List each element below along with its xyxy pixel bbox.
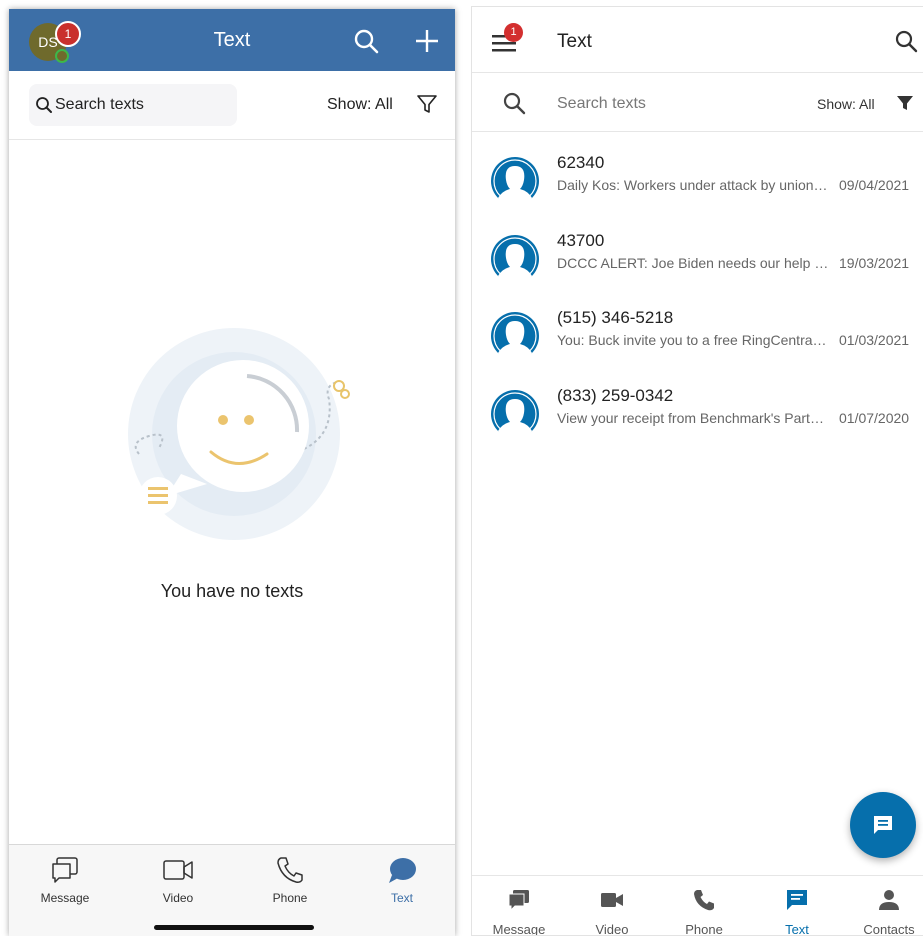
- contact-name: (833) 259-0342: [557, 386, 674, 405]
- search-icon[interactable]: [353, 28, 379, 54]
- conversation-row[interactable]: 43700 DCCC ALERT: Joe Biden needs our he…: [472, 222, 923, 300]
- notification-badge: 1: [504, 23, 523, 42]
- phone-icon: [277, 857, 303, 883]
- tab-message[interactable]: Message: [474, 888, 564, 936]
- video-icon: [601, 893, 623, 907]
- tab-video[interactable]: Video: [133, 855, 223, 905]
- empty-state-message: You have no texts: [160, 581, 304, 601]
- tab-contacts[interactable]: Contacts: [844, 888, 923, 936]
- avatar: [491, 312, 539, 361]
- tab-label: Phone: [685, 922, 723, 936]
- ios-text-screen: DS 1 Text Search texts Show: All You hav…: [9, 9, 455, 936]
- tab-text[interactable]: Text: [357, 855, 447, 905]
- tab-label: Contacts: [863, 922, 915, 936]
- tab-label: Message: [40, 891, 90, 905]
- tab-message[interactable]: Message: [20, 855, 110, 905]
- app-bar: 1 Text: [472, 7, 923, 73]
- divider: [9, 139, 455, 140]
- text-icon: [787, 890, 807, 910]
- text-icon: [389, 858, 416, 883]
- contact-name: 43700: [557, 231, 605, 250]
- show-filter-label[interactable]: Show: All: [817, 96, 875, 112]
- avatar: [491, 235, 539, 284]
- search-icon: [36, 97, 52, 113]
- bottom-navigation: Message Video Phone Text Contacts: [472, 875, 923, 936]
- tab-label: Message: [492, 922, 546, 936]
- message-icon: [52, 857, 78, 883]
- compose-message-icon: [874, 816, 892, 834]
- tab-label: Text: [390, 891, 413, 905]
- search-input[interactable]: Search texts: [29, 84, 237, 126]
- tab-phone[interactable]: Phone: [659, 888, 749, 936]
- empty-chat-illustration: [128, 328, 350, 540]
- page-title: Text: [557, 31, 592, 52]
- tab-video[interactable]: Video: [567, 888, 657, 936]
- tab-label: Phone: [272, 891, 308, 905]
- contacts-icon: [879, 890, 899, 910]
- message-date: 01/03/2021: [839, 332, 910, 348]
- filter-icon[interactable]: [416, 93, 438, 115]
- conversation-row[interactable]: (515) 346-5218 You: Buck invite you to a…: [472, 299, 923, 377]
- conversation-row[interactable]: 62340 Daily Kos: Workers under attack by…: [472, 144, 923, 222]
- tab-label: Video: [162, 891, 194, 905]
- message-preview: DCCC ALERT: Joe Biden needs our help tod…: [557, 255, 829, 271]
- home-indicator: [154, 925, 314, 930]
- search-icon: [503, 92, 526, 115]
- search-placeholder: Search texts: [55, 96, 144, 113]
- message-date: 19/03/2021: [839, 255, 910, 271]
- tab-bar: Message Video Phone Text: [9, 844, 455, 936]
- message-icon: [508, 890, 529, 912]
- video-icon: [163, 860, 193, 880]
- tab-text[interactable]: Text: [752, 888, 842, 936]
- avatar: [491, 390, 539, 439]
- tab-label: Text: [785, 922, 809, 936]
- android-text-screen: 1 Text Search texts Show: All 62340 Dail…: [471, 6, 923, 936]
- plus-icon[interactable]: [414, 28, 440, 54]
- compose-text-button[interactable]: [850, 792, 916, 858]
- conversation-row[interactable]: (833) 259-0342 View your receipt from Be…: [472, 377, 923, 455]
- search-icon[interactable]: [894, 29, 918, 53]
- contact-name: 62340: [557, 153, 605, 172]
- message-date: 09/04/2021: [839, 177, 910, 193]
- page-title: Text: [213, 29, 251, 51]
- contact-name: (515) 346-5218: [557, 308, 674, 327]
- header-bar: DS 1 Text: [9, 9, 455, 71]
- message-date: 01/07/2020: [839, 410, 910, 426]
- message-preview: View your receipt from Benchmark's Parts…: [557, 410, 829, 426]
- tab-phone[interactable]: Phone: [245, 855, 335, 905]
- filter-icon[interactable]: [896, 94, 914, 112]
- tab-label: Video: [595, 922, 629, 936]
- avatar: [491, 157, 539, 206]
- show-filter-label[interactable]: Show: All: [327, 96, 393, 114]
- message-preview: Daily Kos: Workers under attack by union…: [557, 177, 829, 193]
- search-input[interactable]: Search texts: [557, 95, 646, 113]
- message-preview: You: Buck invite you to a free RingCentr…: [557, 332, 829, 348]
- search-row: Search texts Show: All: [472, 74, 923, 132]
- phone-icon: [694, 890, 714, 911]
